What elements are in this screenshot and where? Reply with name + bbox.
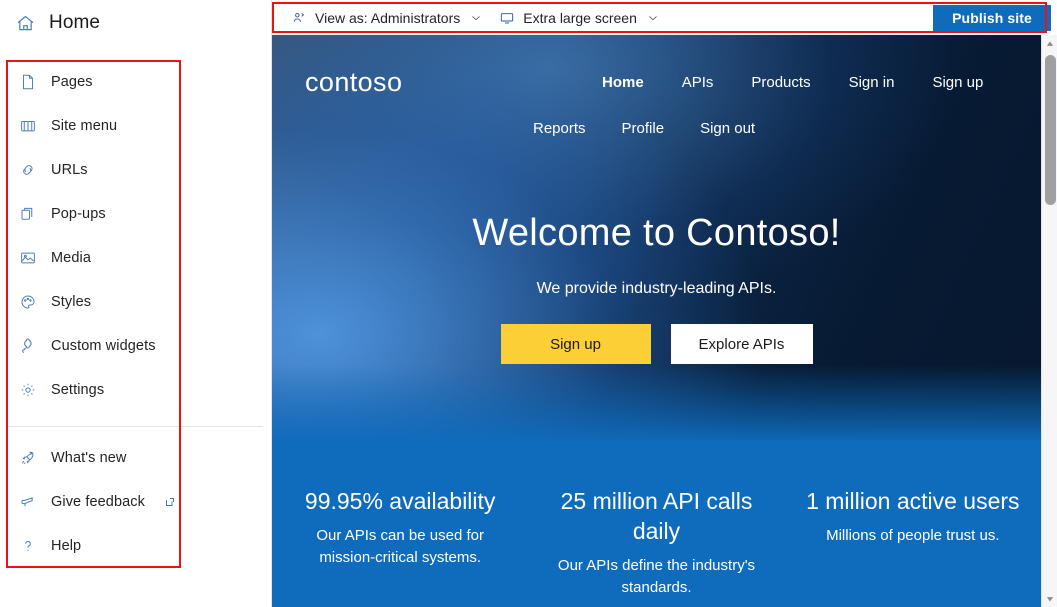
- puzzle-icon: [18, 336, 38, 356]
- hero-title: Welcome to Contoso!: [472, 212, 841, 254]
- stat-item: 1 million active users Millions of peopl…: [785, 486, 1041, 607]
- scrollbar-thumb[interactable]: [1045, 55, 1056, 205]
- site-preview-canvas: contoso Home APIs Products Sign in Sign …: [272, 35, 1041, 607]
- site-nav-link-profile[interactable]: Profile: [622, 120, 665, 137]
- site-nav-link-apis[interactable]: APIs: [682, 74, 714, 91]
- hero-gradient-fade: [272, 365, 1041, 445]
- view-as-dropdown[interactable]: View as: Administrators: [282, 5, 490, 31]
- link-icon: [18, 160, 38, 180]
- gear-icon: [18, 380, 38, 400]
- sidebar-item-styles[interactable]: Styles: [6, 280, 181, 324]
- sidebar-item-help[interactable]: Help: [6, 524, 181, 568]
- rocket-icon: [18, 448, 38, 468]
- site-nav-link-reports[interactable]: Reports: [533, 120, 586, 137]
- megaphone-icon: [18, 492, 38, 512]
- hero-explore-apis-button[interactable]: Explore APIs: [670, 324, 813, 364]
- hero-sign-up-button[interactable]: Sign up: [500, 324, 651, 364]
- stat-description: Millions of people trust us.: [826, 527, 1000, 544]
- monitor-icon: [498, 9, 515, 26]
- sidebar-item-pop-ups[interactable]: Pop-ups: [6, 192, 181, 236]
- site-nav-link-sign-up[interactable]: Sign up: [932, 74, 983, 91]
- page-icon: [18, 72, 38, 92]
- sidebar-item-label: Pop-ups: [51, 206, 106, 222]
- left-sidebar: Home Pages Site menu URLs Pop-ups Media …: [0, 0, 272, 607]
- screen-size-dropdown[interactable]: Extra large screen: [490, 5, 667, 31]
- app-root: Home Pages Site menu URLs Pop-ups Media …: [0, 0, 1057, 607]
- person-icon: [290, 9, 307, 26]
- sidebar-nav-list: Pages Site menu URLs Pop-ups Media Style…: [6, 60, 181, 568]
- view-as-label: View as: Administrators: [315, 9, 461, 26]
- sidebar-item-label: Settings: [51, 382, 105, 398]
- stat-value: 25 million API calls daily: [560, 488, 753, 544]
- sidebar-item-label: Custom widgets: [51, 338, 156, 354]
- hero-action-buttons: Sign up Explore APIs: [272, 324, 1041, 364]
- question-icon: [18, 536, 38, 556]
- site-nav-links-secondary: Reports Profile Sign out: [533, 120, 755, 137]
- book-icon: [18, 116, 38, 136]
- sidebar-item-urls[interactable]: URLs: [6, 148, 181, 192]
- hero-content: Welcome to Contoso! We provide industry-…: [272, 210, 1041, 364]
- site-nav-link-sign-out[interactable]: Sign out: [700, 120, 755, 137]
- palette-icon: [18, 292, 38, 312]
- stats-band: 99.95% availability Our APIs can be used…: [272, 440, 1041, 607]
- sidebar-item-site-menu[interactable]: Site menu: [6, 104, 181, 148]
- preview-toolbar: View as: Administrators Extra large scre…: [272, 0, 1057, 35]
- sidebar-item-label: Give feedback: [51, 494, 145, 510]
- screen-size-label: Extra large screen: [523, 9, 637, 26]
- hero-subtitle: We provide industry-leading APIs.: [536, 280, 777, 297]
- site-nav-link-products[interactable]: Products: [751, 74, 810, 91]
- sidebar-item-label: Styles: [51, 294, 92, 310]
- site-nav-link-sign-in[interactable]: Sign in: [849, 74, 895, 91]
- open-in-new-icon: [164, 496, 176, 508]
- sidebar-item-label: Pages: [51, 74, 93, 90]
- site-navigation: contoso Home APIs Products Sign in Sign …: [272, 35, 1041, 137]
- stat-item: 99.95% availability Our APIs can be used…: [272, 486, 528, 607]
- stat-description: Our APIs define the industry's standards…: [557, 557, 756, 596]
- sidebar-item-pages[interactable]: Pages: [6, 60, 181, 104]
- home-icon: [14, 12, 36, 34]
- page-title-bar: Home: [14, 6, 100, 40]
- chevron-down-icon: [470, 12, 482, 24]
- chevron-down-icon: [647, 12, 659, 24]
- sidebar-item-custom-widgets[interactable]: Custom widgets: [6, 324, 181, 368]
- sidebar-item-label: URLs: [51, 162, 88, 178]
- page-title: Home: [49, 12, 101, 33]
- caret-down-icon[interactable]: [1042, 590, 1057, 607]
- caret-up-icon[interactable]: [1042, 35, 1057, 52]
- stat-value: 1 million active users: [806, 488, 1020, 514]
- sidebar-item-media[interactable]: Media: [6, 236, 181, 280]
- sidebar-item-whats-new[interactable]: What's new: [6, 436, 181, 480]
- sidebar-item-give-feedback[interactable]: Give feedback: [6, 480, 181, 524]
- sidebar-item-label: Media: [51, 250, 91, 266]
- site-nav-link-home[interactable]: Home: [602, 74, 644, 91]
- sidebar-item-label: Help: [51, 538, 82, 554]
- preview-scrollbar[interactable]: [1041, 35, 1057, 607]
- copy-icon: [18, 204, 38, 224]
- site-logo[interactable]: contoso: [305, 67, 402, 98]
- stat-item: 25 million API calls daily Our APIs defi…: [528, 486, 784, 607]
- site-nav-row-primary: contoso Home APIs Products Sign in Sign …: [272, 51, 1041, 113]
- sidebar-item-settings[interactable]: Settings: [6, 368, 181, 412]
- image-icon: [18, 248, 38, 268]
- sidebar-divider: [8, 426, 263, 427]
- publish-site-button[interactable]: Publish site: [933, 4, 1051, 31]
- stat-description: Our APIs can be used for mission-critica…: [316, 527, 484, 566]
- sidebar-item-label: Site menu: [51, 118, 118, 134]
- sidebar-item-label: What's new: [51, 450, 127, 466]
- stat-value: 99.95% availability: [304, 488, 496, 514]
- site-nav-links-primary: Home APIs Products Sign in Sign up: [602, 74, 983, 91]
